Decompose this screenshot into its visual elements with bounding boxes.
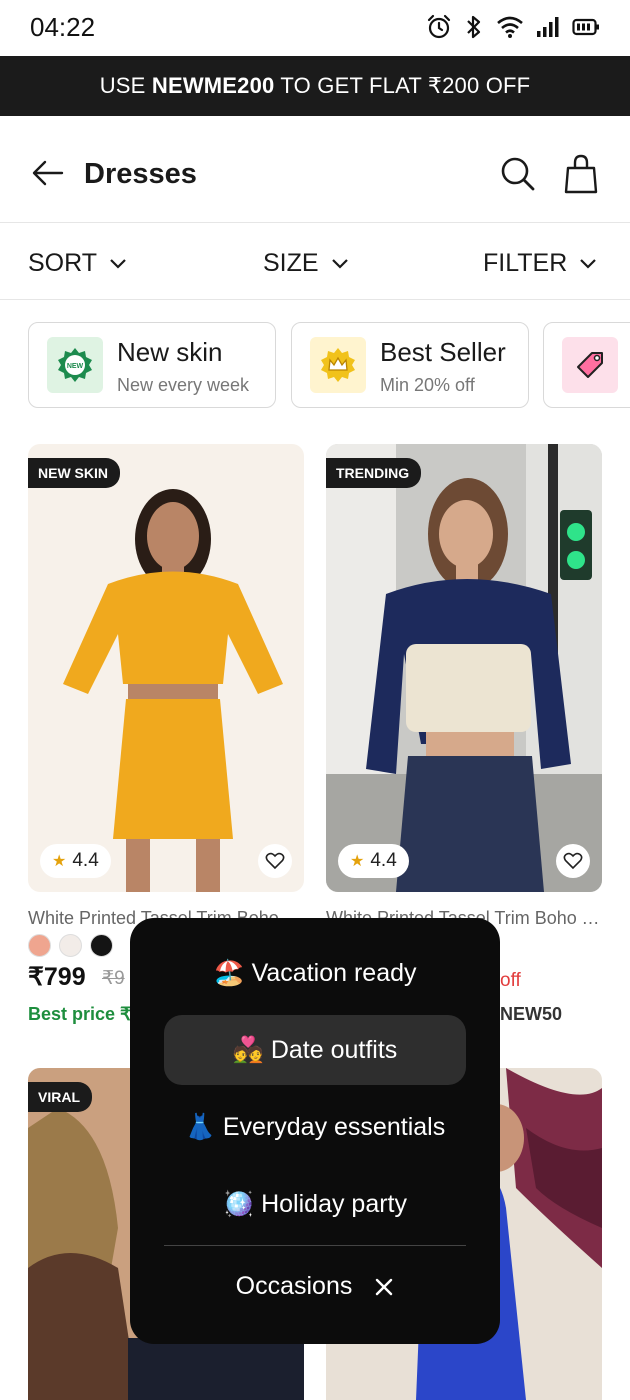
- close-icon[interactable]: [374, 1277, 394, 1297]
- filter-label: FILTER: [483, 249, 568, 277]
- status-icons: [426, 14, 600, 40]
- alarm-icon: [427, 14, 451, 39]
- wishlist-heart-icon[interactable]: [556, 844, 590, 878]
- chip-subtitle: New every week: [117, 375, 250, 395]
- back-arrow-icon[interactable]: [32, 160, 64, 186]
- battery-icon: [572, 18, 599, 36]
- price-tag-icon: [562, 337, 618, 393]
- sort-filter-bar: SORT SIZE FILTER: [0, 223, 630, 300]
- svg-text:NEW: NEW: [67, 363, 84, 370]
- occasion-date-outfits[interactable]: 💑 Date outfits: [164, 1015, 466, 1085]
- star-icon: ★: [52, 853, 67, 870]
- sort-label: SORT: [28, 249, 97, 277]
- shopping-bag-icon[interactable]: [564, 154, 598, 194]
- rating-value: 4.4: [72, 850, 99, 871]
- star-icon: ★: [350, 853, 365, 870]
- occasion-label: Vacation ready: [251, 959, 417, 987]
- color-swatch[interactable]: [59, 934, 82, 957]
- product-image: [326, 444, 602, 892]
- product-image: [28, 444, 304, 892]
- status-time: 04:22: [30, 12, 96, 42]
- page-title: Dresses: [84, 158, 197, 190]
- promo-suffix: TO GET FLAT ₹200 OFF: [274, 73, 531, 98]
- filter-button[interactable]: FILTER: [483, 249, 597, 278]
- category-chips: NEW New skin New every week Best Seller …: [0, 322, 630, 410]
- best-price-text: Best price ₹: [28, 1004, 132, 1024]
- wifi-icon: [497, 16, 523, 38]
- chip-title: Best Seller: [380, 337, 506, 367]
- chip-title: New skin: [117, 337, 223, 367]
- disco-ball-icon: 🪩: [223, 1189, 255, 1218]
- color-swatch[interactable]: [90, 934, 113, 957]
- sort-button[interactable]: SORT: [28, 249, 127, 278]
- new-badge-icon: NEW: [47, 337, 103, 393]
- rating-badge: ★ 4.4: [40, 844, 111, 878]
- chip-offers[interactable]: [543, 322, 630, 408]
- occasion-holiday-party[interactable]: 🪩 Holiday party: [130, 1189, 500, 1219]
- product-card[interactable]: TRENDING ★ 4.4: [326, 444, 602, 892]
- rating-badge: ★ 4.4: [338, 844, 409, 878]
- search-icon[interactable]: [500, 156, 536, 192]
- color-swatch[interactable]: [28, 934, 51, 957]
- signal-icon: [537, 17, 559, 37]
- promo-prefix: USE: [99, 73, 152, 98]
- product-card[interactable]: NEW SKIN ★ 4.4: [28, 444, 304, 892]
- promo-banner[interactable]: USE NEWME200 TO GET FLAT ₹200 OFF: [0, 56, 630, 116]
- chevron-down-icon: [110, 258, 126, 269]
- product-badge: TRENDING: [326, 458, 422, 488]
- promo-code: NEWME200: [151, 73, 275, 98]
- couple-icon: 💑: [232, 1035, 264, 1064]
- status-bar: 04:22: [0, 0, 630, 56]
- wishlist-heart-icon[interactable]: [258, 844, 292, 878]
- occasion-label: Everyday essentials: [222, 1113, 446, 1141]
- product-badge: NEW SKIN: [28, 458, 120, 488]
- occasions-footer-label: Occasions: [235, 1272, 353, 1300]
- chip-subtitle: Min 20% off: [380, 375, 475, 395]
- size-label: SIZE: [263, 249, 319, 277]
- occasions-footer: Occasions: [130, 1272, 500, 1301]
- product-price: ₹799: [28, 963, 86, 991]
- discount-text: off: [500, 970, 521, 991]
- rating-value: 4.4: [370, 850, 397, 871]
- size-button[interactable]: SIZE: [263, 249, 349, 278]
- original-price: ₹9: [102, 968, 125, 989]
- chip-new-skin[interactable]: NEW New skin New every week: [28, 322, 276, 408]
- page-header: Dresses: [0, 116, 630, 223]
- popup-divider: [164, 1245, 466, 1246]
- occasion-everyday-essentials[interactable]: 👗 Everyday essentials: [130, 1112, 500, 1142]
- occasion-label: Date outfits: [270, 1036, 398, 1064]
- chevron-down-icon: [331, 258, 348, 269]
- beach-umbrella-icon: 🏖️: [213, 958, 245, 987]
- dress-icon: 👗: [184, 1112, 216, 1141]
- coupon-code-text: NEW50: [500, 1004, 563, 1024]
- occasion-label: Holiday party: [261, 1190, 407, 1218]
- bluetooth-icon: [467, 15, 481, 39]
- occasion-vacation-ready[interactable]: 🏖️ Vacation ready: [130, 958, 500, 988]
- chevron-down-icon: [580, 258, 597, 269]
- chip-best-seller[interactable]: Best Seller Min 20% off: [291, 322, 529, 408]
- crown-icon: [310, 337, 366, 393]
- occasions-popup: 🏖️ Vacation ready 💑 Date outfits 👗 Every…: [130, 918, 500, 1344]
- product-badge: VIRAL: [28, 1082, 92, 1112]
